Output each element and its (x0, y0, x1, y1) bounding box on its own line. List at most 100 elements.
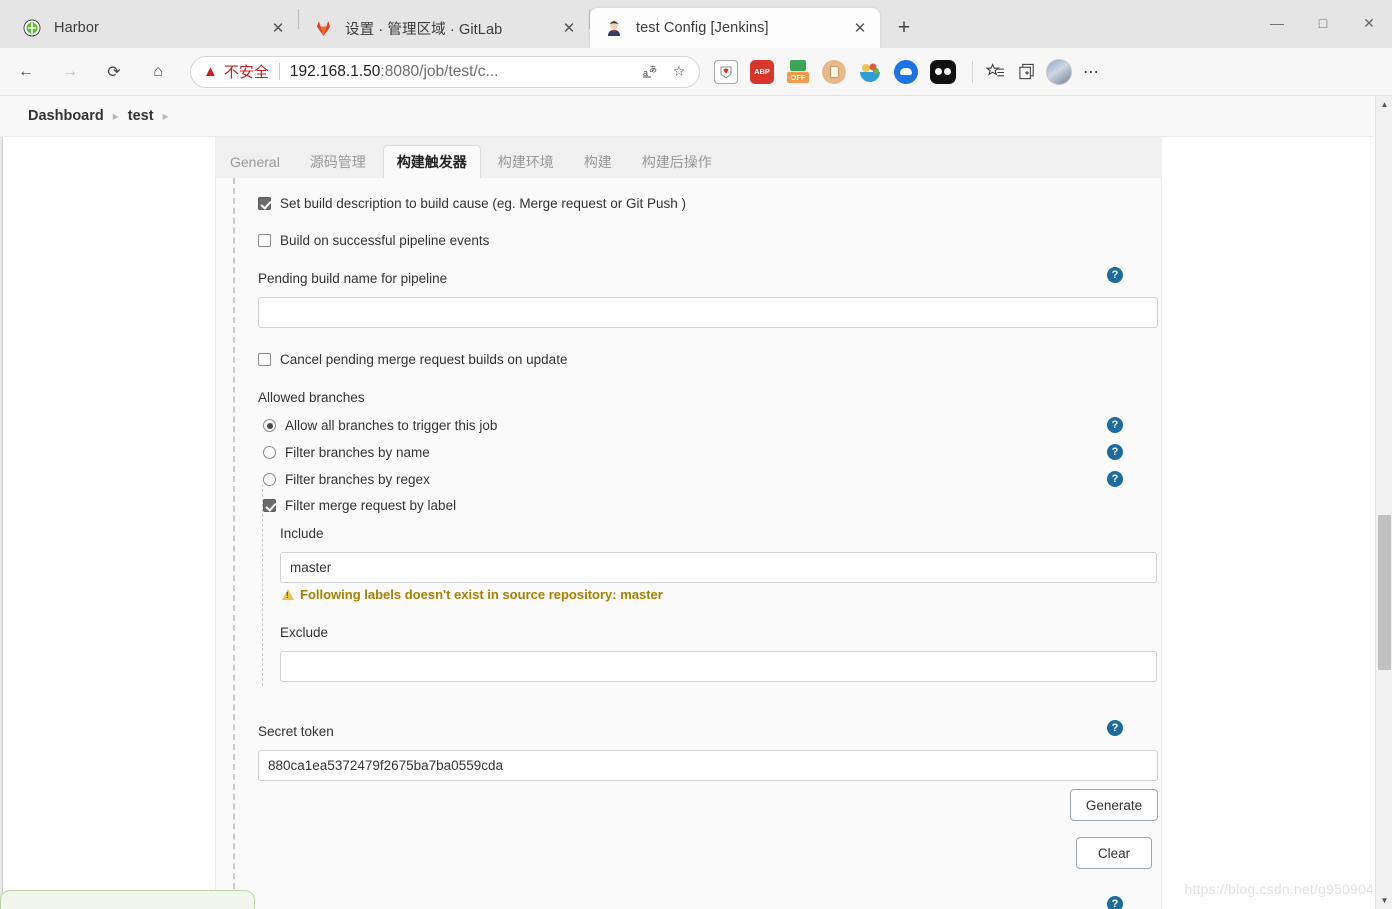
harbor-icon (22, 18, 42, 38)
maximize-icon[interactable]: □ (1300, 0, 1346, 46)
include-input[interactable]: master (280, 552, 1157, 583)
help-icon-filter-by-name[interactable]: ? (1107, 444, 1123, 460)
exclude-input[interactable] (280, 651, 1157, 682)
chevron-right-icon: ▸ (162, 109, 169, 123)
more-options-icon[interactable]: ⋯ (1075, 56, 1107, 88)
address-bar[interactable]: ▲ 不安全 192.168.1.50:8080/job/test/c... a … (190, 55, 700, 88)
adblock-plus-extension-icon[interactable]: ABP (750, 59, 774, 84)
close-icon[interactable]: ✕ (266, 16, 290, 40)
pending-build-name-input[interactable] (258, 297, 1158, 328)
forward-icon[interactable]: → (52, 54, 88, 90)
radio-filter-by-regex-row[interactable]: Filter branches by regex (263, 472, 1210, 487)
browser-tab-harbor[interactable]: Harbor ✕ (8, 8, 298, 48)
collections-star-icon[interactable] (979, 56, 1011, 88)
star-icon[interactable]: ☆ (665, 58, 693, 86)
filter-branches-by-regex-radio[interactable] (263, 473, 276, 486)
scroll-up-icon[interactable]: ▲ (1376, 96, 1392, 113)
svg-text:あ: あ (649, 65, 657, 74)
chevron-right-icon: ▸ (112, 109, 119, 123)
cancel-pending-checkbox[interactable] (258, 353, 271, 366)
tab-build-environment[interactable]: 构建环境 (485, 145, 567, 178)
radio-allow-all-branches-row[interactable]: Allow all branches to trigger this job (263, 418, 1210, 433)
home-icon[interactable]: ⌂ (140, 54, 176, 90)
browser-tab-jenkins[interactable]: test Config [Jenkins] ✕ (590, 8, 880, 48)
back-icon[interactable]: ← (8, 54, 44, 90)
switchyomega-extension-icon[interactable]: OFF (786, 60, 810, 84)
help-icon-pending-build-name[interactable]: ? (1107, 267, 1123, 283)
exclude-label-row: Exclude (280, 624, 1227, 642)
secret-token-input-row: 880ca1ea5372479f2675ba7ba0559cda (258, 750, 1205, 781)
exclude-label: Exclude (280, 625, 329, 640)
breadcrumb-item-test[interactable]: test (128, 108, 154, 124)
tab-strip: Harbor ✕ 设置 · 管理区域 · GitLab ✕ test Confi… (8, 0, 922, 48)
browser-tab-gitlab[interactable]: 设置 · 管理区域 · GitLab ✕ (299, 8, 589, 48)
allow-all-branches-radio[interactable] (263, 419, 276, 432)
tab-post-build-actions[interactable]: 构建后操作 (629, 145, 725, 178)
filter-branches-by-name-label: Filter branches by name (285, 445, 430, 460)
filter-merge-request-by-label-row[interactable]: Filter merge request by label (263, 498, 1210, 513)
cloud-extension-icon[interactable] (894, 59, 918, 84)
set-build-description-label: Set build description to build cause (eg… (280, 196, 686, 211)
url-text: 192.168.1.50:8080/job/test/c... (290, 63, 637, 81)
include-label: Include (280, 526, 324, 541)
breadcrumb-item-dashboard[interactable]: Dashboard (28, 108, 104, 124)
url-host: 192.168.1.50 (289, 62, 381, 80)
form-guide-line (233, 178, 235, 909)
allowed-branches-label: Allowed branches (258, 390, 365, 405)
cancel-pending-row[interactable]: Cancel pending merge request builds on u… (258, 352, 1205, 367)
secret-token-input[interactable]: 880ca1ea5372479f2675ba7ba0559cda (258, 750, 1158, 781)
clear-button[interactable]: Clear (1076, 837, 1152, 869)
help-icon-secret-token[interactable]: ? (1107, 720, 1123, 736)
tab-title: Harbor (54, 20, 99, 36)
build-on-pipeline-checkbox[interactable] (258, 234, 271, 247)
tab-general[interactable]: General (217, 145, 293, 178)
jenkins-page: Dashboard ▸ test ▸ General 源码管理 构建触发器 构建… (0, 96, 1392, 909)
breadcrumb: Dashboard ▸ test ▸ (0, 96, 1374, 137)
warning-triangle-icon (282, 589, 294, 600)
extension-toolbar: ABP OFF (714, 59, 956, 84)
filter-branches-by-name-radio[interactable] (263, 446, 276, 459)
360-security-extension-icon[interactable] (714, 59, 738, 84)
add-collection-icon[interactable] (1011, 56, 1043, 88)
document-extension-icon[interactable] (822, 59, 846, 84)
set-build-description-checkbox[interactable] (258, 197, 271, 210)
help-icon-allow-all-branches[interactable]: ? (1107, 417, 1123, 433)
colorful-extension-icon[interactable] (858, 60, 882, 84)
omnibox-divider (278, 63, 280, 80)
abp-label: ABP (754, 67, 770, 76)
include-input-row: master (280, 552, 1227, 583)
page-scrollbar[interactable]: ▲ ▼ (1375, 96, 1392, 909)
help-icon-filter-by-regex[interactable]: ? (1107, 471, 1123, 487)
window-controls: — □ ✕ (1254, 0, 1392, 46)
nested-form-guide-line (262, 484, 263, 686)
close-icon[interactable]: ✕ (848, 16, 872, 40)
translate-icon[interactable]: a あ (637, 58, 665, 86)
close-icon[interactable]: ✕ (557, 16, 581, 40)
browser-toolbar: ← → ⟳ ⌂ ▲ 不安全 192.168.1.50:8080/job/test… (0, 48, 1392, 96)
browser-titlebar: Harbor ✕ 设置 · 管理区域 · GitLab ✕ test Confi… (0, 0, 1392, 48)
jenkins-icon (604, 18, 624, 38)
build-on-pipeline-label: Build on successful pipeline events (280, 233, 490, 248)
scrollbar-thumb[interactable] (1378, 515, 1391, 670)
generate-button[interactable]: Generate (1070, 789, 1158, 821)
tab-build[interactable]: 构建 (571, 145, 625, 178)
build-on-pipeline-row[interactable]: Build on successful pipeline events (258, 233, 1205, 248)
allowed-branches-heading-row: Allowed branches (258, 389, 1205, 407)
close-window-icon[interactable]: ✕ (1346, 0, 1392, 46)
new-tab-button[interactable]: + (886, 12, 922, 44)
scroll-down-icon[interactable]: ▼ (1376, 892, 1392, 909)
radio-filter-by-name-row[interactable]: Filter branches by name (263, 445, 1210, 460)
cancel-pending-label: Cancel pending merge request builds on u… (280, 352, 568, 367)
include-warning-text: Following labels doesn't exist in source… (300, 587, 663, 602)
help-icon-bottom[interactable]: ? (1107, 896, 1123, 909)
reload-icon[interactable]: ⟳ (96, 54, 132, 90)
dark-reader-extension-icon[interactable] (930, 59, 956, 84)
minimize-icon[interactable]: — (1254, 0, 1300, 46)
url-path: :8080/job/test/c... (380, 62, 499, 80)
tab-build-triggers[interactable]: 构建触发器 (382, 145, 481, 179)
off-label: OFF (787, 72, 809, 83)
profile-avatar[interactable] (1043, 56, 1075, 88)
tab-source-management[interactable]: 源码管理 (297, 145, 379, 178)
filter-merge-request-by-label-checkbox[interactable] (263, 499, 276, 512)
set-build-description-row[interactable]: Set build description to build cause (eg… (258, 196, 1205, 211)
